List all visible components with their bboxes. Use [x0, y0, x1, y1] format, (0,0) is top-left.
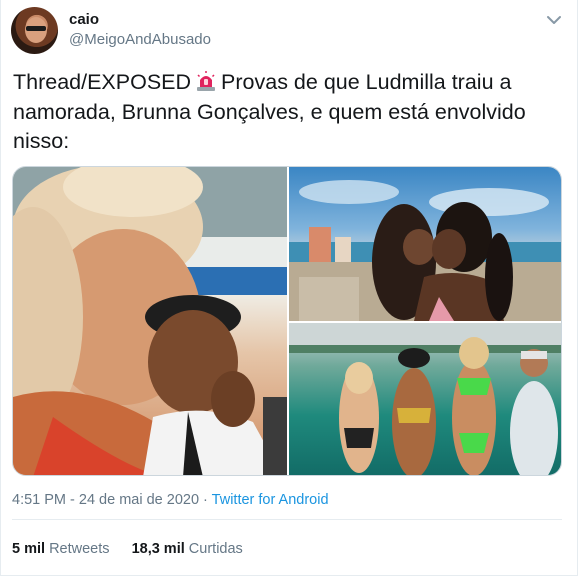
- tweet-text: Thread/EXPOSED Provas de que Ludmilla tr…: [13, 68, 569, 157]
- avatar-sunglasses: [26, 26, 46, 31]
- tweet-date[interactable]: 24 de mai de 2020: [79, 492, 199, 508]
- photo-kiss-beach[interactable]: [289, 167, 561, 321]
- tweet-meta: 4:51 PM - 24 de mai de 2020 · Twitter fo…: [12, 492, 329, 508]
- retweets-count: 5 mil: [12, 541, 46, 557]
- likes-stat[interactable]: 18,3 mil Curtidas: [132, 541, 243, 557]
- tweet-text-lead: Thread/EXPOSED: [13, 70, 192, 94]
- meta-sep-2: ·: [203, 492, 208, 508]
- tweet-time[interactable]: 4:51 PM: [12, 492, 66, 508]
- tweet-stats: 5 mil Retweets 18,3 mil Curtidas: [12, 541, 243, 557]
- retweets-label: Retweets: [49, 541, 110, 557]
- likes-label: Curtidas: [188, 541, 243, 557]
- retweets-stat[interactable]: 5 mil Retweets: [12, 541, 110, 557]
- user-handle[interactable]: @MeigoAndAbusado: [69, 31, 211, 48]
- chevron-down-icon[interactable]: [544, 12, 564, 28]
- media-grid: [12, 166, 562, 476]
- photo-boat-group[interactable]: [289, 323, 561, 475]
- likes-count: 18,3 mil: [131, 541, 185, 557]
- police-siren-icon: [195, 70, 217, 92]
- display-name[interactable]: caio: [69, 11, 99, 28]
- photo-selfie[interactable]: [13, 167, 287, 475]
- divider: [12, 519, 562, 520]
- tweet-card: caio @MeigoAndAbusado Thread/EXPOSED Pro…: [0, 0, 578, 576]
- tweet-source-link[interactable]: Twitter for Android: [212, 492, 329, 508]
- avatar[interactable]: [11, 7, 58, 54]
- meta-sep-1: -: [70, 492, 79, 508]
